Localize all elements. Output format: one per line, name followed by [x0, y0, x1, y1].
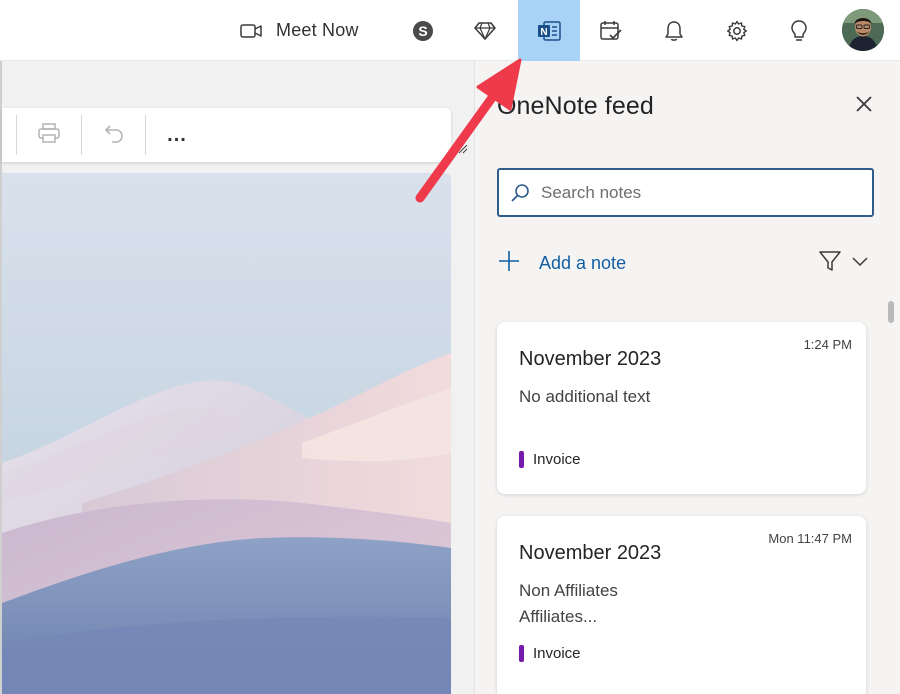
note-body: No additional text [519, 384, 650, 410]
toolbar-divider [81, 115, 82, 155]
tag-color-bar [519, 645, 524, 662]
close-panel-button[interactable] [849, 91, 879, 121]
resize-handle-icon[interactable] [458, 141, 468, 154]
message-toolbar: ... [2, 108, 451, 162]
svg-text:N: N [540, 27, 547, 38]
panel-title: OneNote feed [497, 92, 654, 120]
filter-icon [818, 250, 842, 277]
calendar-check-icon [599, 20, 623, 42]
tag-label: Invoice [533, 645, 581, 662]
avatar[interactable] [842, 9, 884, 51]
close-icon [855, 95, 873, 118]
note-body-line: No additional text [519, 387, 651, 406]
note-tag: Invoice [519, 645, 581, 662]
note-body-line: Affiliates... [519, 607, 598, 626]
note-title: November 2023 [519, 542, 662, 564]
meet-now-button[interactable]: Meet Now [232, 0, 382, 61]
search-placeholder: Search notes [541, 183, 642, 202]
settings-button[interactable] [714, 0, 760, 61]
print-button[interactable] [32, 119, 66, 151]
onenote-icon: N [536, 20, 562, 42]
notifications-button[interactable] [651, 0, 697, 61]
tag-label: Invoice [533, 451, 581, 468]
note-card[interactable]: November 2023 Mon 11:47 PM Non Affiliate… [497, 516, 866, 694]
undo-icon [103, 122, 125, 149]
scrollbar-thumb[interactable] [888, 301, 894, 323]
gear-icon [726, 20, 748, 42]
bell-icon [664, 20, 684, 42]
skype-icon: S [412, 20, 434, 42]
skype-button[interactable]: S [400, 0, 446, 61]
more-actions-button[interactable]: ... [160, 119, 194, 151]
tag-color-bar [519, 451, 524, 468]
message-reading-pane: ... [0, 61, 474, 694]
toolbar-divider [16, 115, 17, 155]
svg-text:S: S [418, 23, 427, 39]
note-card[interactable]: November 2023 1:24 PM No additional text… [497, 322, 866, 494]
note-timestamp: Mon 11:47 PM [768, 531, 852, 546]
note-timestamp: 1:24 PM [803, 337, 852, 352]
chevron-down-icon [852, 254, 868, 272]
note-body-line: Non Affiliates [519, 581, 618, 600]
note-body: Non Affiliates Affiliates... [519, 578, 618, 630]
plus-icon [497, 249, 521, 278]
add-note-button[interactable]: Add a note [497, 249, 626, 277]
premium-button[interactable] [462, 0, 508, 61]
top-bar: Meet Now S N [0, 0, 900, 61]
wallpaper-image [2, 173, 451, 694]
tips-button[interactable] [776, 0, 822, 61]
video-camera-icon [240, 23, 262, 39]
onenote-feed-panel: OneNote feed Search notes Add a note Nov… [474, 61, 900, 694]
filter-button[interactable] [818, 250, 874, 276]
meet-now-label: Meet Now [276, 20, 359, 40]
search-notes-input[interactable]: Search notes [497, 168, 874, 217]
lightbulb-icon [790, 19, 808, 43]
print-icon [37, 122, 61, 149]
my-day-button[interactable] [588, 0, 634, 61]
onenote-feed-button[interactable]: N [518, 0, 580, 61]
diamond-icon [473, 21, 497, 41]
undo-button[interactable] [97, 119, 131, 151]
add-note-label: Add a note [539, 252, 627, 273]
search-icon [509, 182, 531, 209]
more-icon: ... [167, 123, 187, 146]
note-title: November 2023 [519, 348, 662, 370]
note-tag: Invoice [519, 451, 581, 468]
toolbar-divider [145, 115, 146, 155]
